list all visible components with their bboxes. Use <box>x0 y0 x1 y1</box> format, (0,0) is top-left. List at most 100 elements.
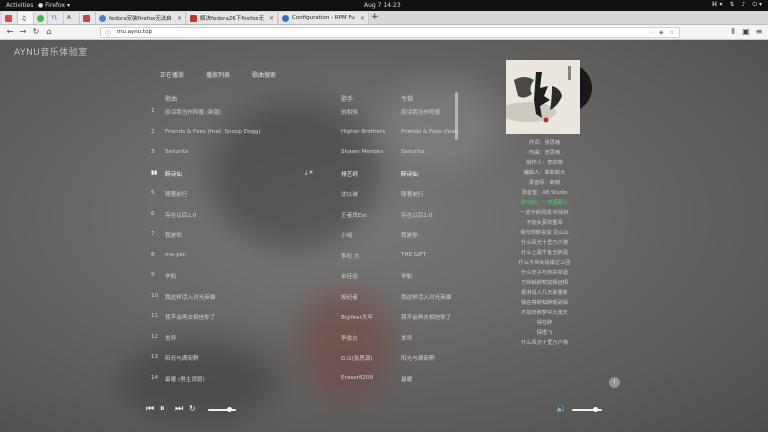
song-artist[interactable]: Higher Brothers <box>341 129 397 135</box>
song-artist[interactable]: 李俊炎 <box>341 334 397 342</box>
app-menu[interactable]: ● Firefox ▾ <box>38 2 70 9</box>
song-title[interactable]: 学航 <box>165 272 315 280</box>
song-title[interactable]: 发呼 <box>165 334 315 342</box>
menu-icon[interactable]: ≡ <box>754 27 764 37</box>
song-album[interactable]: 我不会再去相信你了 <box>401 313 463 321</box>
song-title[interactable]: 随著前行 <box>165 190 315 198</box>
tab-pinned-2[interactable]: ♫ <box>18 12 34 24</box>
system-tray[interactable]: ⌘ ▾ ⇅ ♪ ⏻ ▾ <box>712 1 762 9</box>
song-album[interactable]: 发呼 <box>401 334 463 342</box>
reload-icon[interactable]: ↻ <box>31 27 41 37</box>
song-row[interactable]: 11 我不会再去相信你了 BigYear大年 我不会再去相信你了 <box>145 313 465 333</box>
close-icon[interactable]: ✕ <box>177 15 182 22</box>
song-title[interactable]: 阳光与满街野 <box>165 354 315 362</box>
song-row[interactable]: 13 阳光与满街野 G.G(张思源) 阳光与满街野 <box>145 354 465 374</box>
close-icon[interactable]: ✕ <box>360 15 365 22</box>
song-title[interactable]: me-yan <box>165 252 315 258</box>
song-artist[interactable]: BigYear大年 <box>341 313 397 321</box>
tab-fedora-firefox[interactable]: fedora安装firefox无法启 ✕ <box>96 12 186 24</box>
song-artist[interactable]: 余佳运 <box>341 272 397 280</box>
song-album[interactable]: 我是你 <box>401 231 463 239</box>
song-album[interactable]: 我这样活入对光英雄 <box>401 293 463 301</box>
tab-pinned-5[interactable]: A <box>64 12 80 24</box>
volume-icon[interactable]: 🔉 <box>556 403 566 415</box>
song-album[interactable]: 醉诗仙 <box>401 170 463 178</box>
url-text[interactable]: mu.aynu.top <box>117 29 152 35</box>
song-artist[interactable]: Eraser8208 <box>341 375 397 381</box>
song-artist[interactable]: 李杉 大 <box>341 252 397 260</box>
tab-pinned-4[interactable]: YL <box>48 12 64 24</box>
forward-icon[interactable]: → <box>18 27 28 37</box>
song-title[interactable]: 我不会再去相信你了 <box>165 313 315 321</box>
song-title[interactable]: 原谅我当作阿靓 (新版) <box>165 108 315 116</box>
input-method-icon[interactable]: ⌘ ▾ <box>712 1 723 9</box>
clock[interactable]: Aug 7 14:23 <box>364 2 401 9</box>
song-artist[interactable]: 排艺珂 <box>341 170 397 178</box>
next-track-icon[interactable]: ⏭ <box>175 403 183 415</box>
song-title[interactable]: Señorita <box>165 149 315 155</box>
song-album[interactable]: 原谅我当作阿靓 <box>401 108 463 116</box>
song-row[interactable]: 1 原谅我当作阿靓 (新版) 刘和恒 原谅我当作阿靓 <box>145 108 465 128</box>
song-artist[interactable]: 刘和恒 <box>341 108 397 116</box>
song-row[interactable]: 8 me-yan 李杉 大 THE GIFT <box>145 252 465 272</box>
song-artist[interactable]: Shawn Mendes <box>341 149 397 155</box>
tab-fedora26-firefox[interactable]: 解决fedora26下firefox无 ✕ <box>187 12 278 24</box>
song-artist[interactable]: 小绒 <box>341 231 397 239</box>
tab-pinned-3[interactable] <box>34 12 48 24</box>
song-title[interactable]: 存在以后1.0 <box>165 211 315 219</box>
song-album[interactable]: 随著前行 <box>401 190 463 198</box>
song-row[interactable]: 12 发呼 李俊炎 发呼 <box>145 334 465 354</box>
pause-icon[interactable]: ⏸ <box>160 403 165 415</box>
song-row[interactable]: 3 Señorita Shawn Mendes Señorita <box>145 149 465 169</box>
close-icon[interactable]: ✕ <box>269 15 274 22</box>
tab-rpm-fusion[interactable]: Configuration - RPM Fu ✕ <box>279 12 369 24</box>
page-actions-icon[interactable]: ⋯ <box>649 29 655 36</box>
tab-playlist[interactable]: 播放列表 <box>206 68 230 81</box>
song-row[interactable]: 6 存在以后1.0 王者良Est 存在以后1.0 <box>145 211 465 231</box>
song-row[interactable]: 7 我是你 小绒 我是你 <box>145 231 465 251</box>
song-row[interactable]: 14 最暖 (男主货版) Eraser8208 最暖 <box>145 375 465 395</box>
song-artist[interactable]: 沈以诚 <box>341 190 397 198</box>
bookmark-star-icon[interactable]: ☆ <box>669 29 674 36</box>
home-icon[interactable]: ⌂ <box>44 27 54 37</box>
download-icon[interactable]: ⤓ <box>305 170 307 176</box>
list-scrollbar[interactable] <box>455 92 458 140</box>
song-title[interactable]: 我这样活入对光英雄 <box>165 293 315 301</box>
song-artist[interactable]: 王者良Est <box>341 211 397 219</box>
song-artist[interactable]: G.G(张思源) <box>341 354 397 362</box>
song-album[interactable]: 最暖 <box>401 375 463 383</box>
song-row[interactable]: 10 我这样活入对光英雄 授纪者 我这样活入对光英雄 <box>145 293 465 313</box>
comment-icon[interactable]: ! <box>609 377 620 388</box>
previous-track-icon[interactable]: ⏮ <box>146 403 154 415</box>
song-album[interactable]: THE GIFT <box>401 252 463 258</box>
progress-handle[interactable] <box>226 407 232 412</box>
volume-icon[interactable]: ♪ <box>741 1 745 9</box>
network-icon[interactable]: ⇅ <box>729 1 734 9</box>
site-brand[interactable]: AYNU音乐体验室 <box>14 45 88 58</box>
repeat-icon[interactable]: ↻ <box>189 403 196 415</box>
song-title[interactable]: Friends & Foes (feat. Snoop Dogg) <box>165 129 315 135</box>
song-album[interactable]: Señorita <box>401 149 463 155</box>
tab-pinned-1[interactable] <box>2 12 18 24</box>
power-icon[interactable]: ⏻ ▾ <box>752 1 762 9</box>
song-artist[interactable]: 授纪者 <box>341 293 397 301</box>
progress-bar[interactable] <box>208 409 236 411</box>
url-bar[interactable]: ⓘ mu.aynu.top ⋯ ◈ ☆ <box>100 27 680 38</box>
library-icon[interactable]: ⫴ <box>728 27 738 37</box>
song-title[interactable]: 最暖 (男主货版) <box>165 375 315 383</box>
sidebar-icon[interactable]: ▣ <box>741 27 751 37</box>
song-album[interactable]: Friends & Foes (feat... <box>401 129 463 135</box>
song-row[interactable]: 9 学航 余佳运 学航 <box>145 272 465 292</box>
tab-pinned-6[interactable] <box>80 12 96 24</box>
new-tab-button[interactable]: + <box>371 12 379 22</box>
tab-search[interactable]: 歌曲搜索 <box>252 68 276 81</box>
song-album[interactable]: 阳光与满街野 <box>401 354 463 362</box>
song-row[interactable]: 5 随著前行 沈以诚 随著前行 <box>145 190 465 210</box>
song-album[interactable]: 学航 <box>401 272 463 280</box>
song-title[interactable]: 醉诗仙 <box>165 170 315 178</box>
activities-button[interactable]: Activities <box>6 2 33 9</box>
volume-handle[interactable] <box>592 407 598 412</box>
remove-icon[interactable]: ✕ <box>309 170 314 176</box>
song-row[interactable]: 2 Friends & Foes (feat. Snoop Dogg) Higher… <box>145 129 465 149</box>
site-info-icon[interactable]: ⓘ <box>105 29 111 38</box>
